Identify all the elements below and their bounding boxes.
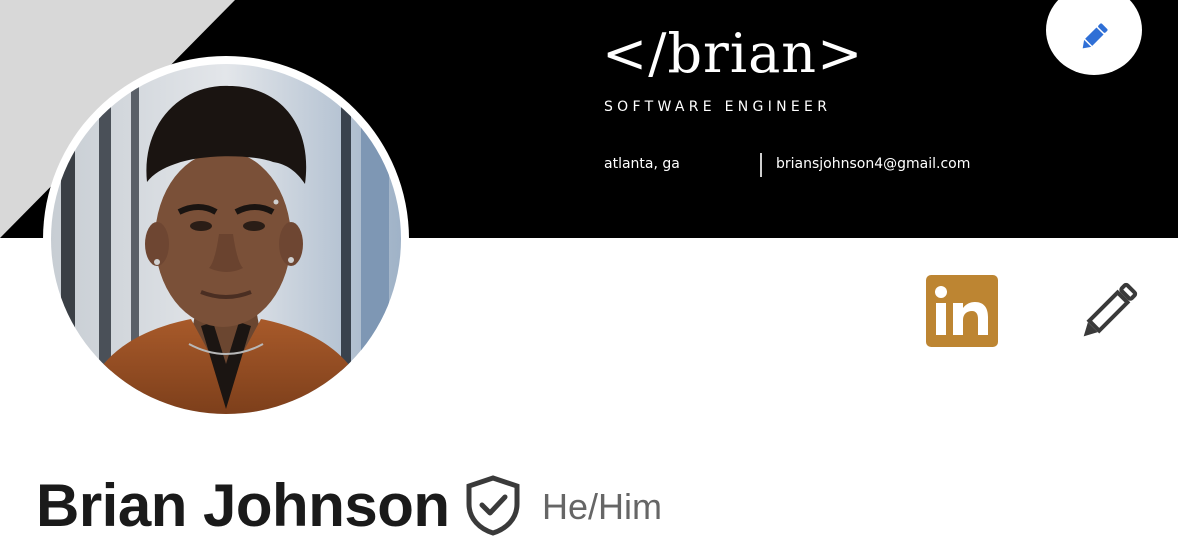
linkedin-icon[interactable] — [926, 275, 998, 347]
banner-email-text: briansjohnson4@gmail.com — [776, 156, 971, 172]
edit-intro-button[interactable] — [1072, 278, 1142, 348]
banner-location-text: atlanta, ga — [604, 156, 680, 172]
banner-logo-text: </brian> — [602, 22, 864, 85]
profile-photo — [51, 64, 401, 414]
profile-avatar[interactable] — [43, 56, 409, 422]
pencil-icon — [1083, 282, 1138, 337]
verified-shield-icon[interactable] — [464, 474, 522, 536]
profile-pronouns: He/Him — [542, 486, 663, 527]
profile-name: Brian Johnson — [36, 472, 450, 539]
pencil-icon — [1082, 23, 1108, 49]
banner-role-text: SOFTWARE ENGINEER — [604, 99, 832, 115]
banner-divider — [760, 153, 762, 177]
profile-page: </brian> SOFTWARE ENGINEER atlanta, ga b… — [0, 0, 1178, 551]
